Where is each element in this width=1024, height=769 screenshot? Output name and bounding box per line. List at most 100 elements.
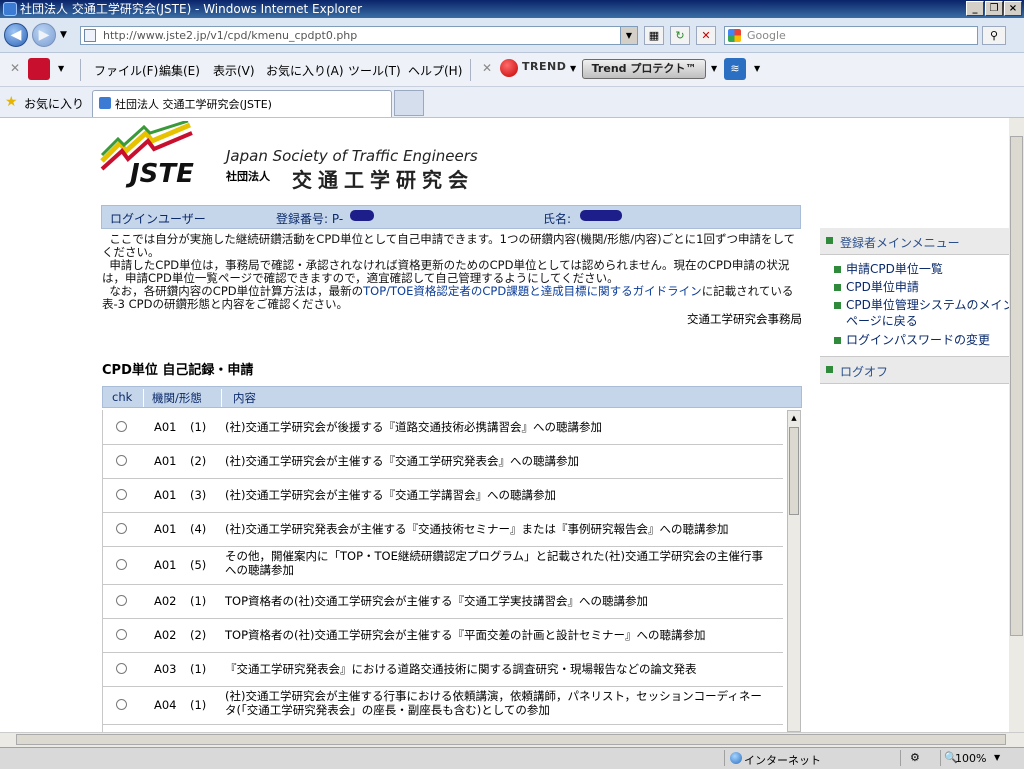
search-box[interactable]: Google [724,26,978,45]
header-org-type: 機関/形態 [152,391,202,405]
row-radio[interactable] [116,663,127,674]
wifi-dropdown-icon[interactable]: ▼ [754,64,760,73]
registration-number-label: 登録番号: P- [276,212,344,226]
new-tab-button[interactable] [394,90,424,116]
wifi-icon[interactable]: ≋ [724,58,746,80]
history-dropdown-icon[interactable]: ▼ [60,30,67,40]
security-zone: インターネット [744,754,821,767]
table-scroll-thumb[interactable] [789,427,799,515]
trend-protect-button[interactable]: Trend プロテクト™ [582,59,706,79]
favorites-star-icon[interactable]: ★ [5,94,18,110]
favorites-label[interactable]: お気に入り [24,95,84,112]
menu-view[interactable]: 表示(V) [213,62,255,79]
address-dropdown-icon[interactable]: ▼ [620,27,637,44]
row-code: A03 [154,662,177,676]
logo-english-name: Japan Society of Traffic Engineers [226,147,478,165]
row-code: A02 [154,628,177,642]
row-number: (4) [190,522,207,536]
close-button[interactable]: × [1004,1,1022,16]
search-icon[interactable]: ⚲ [982,26,1006,45]
row-radio[interactable] [116,489,127,500]
trend-ball-icon [500,59,518,77]
table-row: A01 (4) (社)交通工学研究発表会が主催する『交通技術セミナー』または『事例研… [103,512,783,547]
back-button[interactable]: ◀ [4,23,28,47]
menu-help[interactable]: ヘルプ(H) [408,62,462,79]
table-scrollbar[interactable]: ▲ [787,410,801,732]
maximize-button[interactable]: ❐ [985,1,1003,16]
compat-view-icon[interactable]: ▦ [644,26,664,45]
logo-prefix: 社団法人 [226,170,270,183]
row-code: A01 [154,522,177,536]
search-placeholder: Google [747,29,786,42]
row-radio[interactable] [116,699,127,710]
row-description: (社)交通工学研究発表会が主催する『交通技術セミナー』または『事例研究報告会』へ… [225,522,729,536]
internet-zone-icon [730,752,742,764]
table-row: A02 (1) TOP資格者の(社)交通工学研究会が主催する『交通工学実技講習会』へ… [103,584,783,619]
browser-tab[interactable]: 社団法人 交通工学研究会(JSTE) [92,90,392,117]
page-scroll-thumb[interactable] [1010,136,1023,636]
row-code: A02 [154,594,177,608]
ie-icon [3,2,17,16]
scroll-up-icon[interactable]: ▲ [788,411,800,425]
row-number: (2) [190,628,207,642]
row-radio[interactable] [116,523,127,534]
user-info-bar: ログインユーザー 登録番号: P- 氏名: [101,205,801,229]
page-hscroll-thumb[interactable] [16,734,1006,745]
row-description: (社)交通工学研究会が主催する行事における依頼講演，依頼講師，パネリスト，セッシ… [225,689,762,717]
pdf-dropdown-icon[interactable]: ▼ [58,64,64,73]
refresh-icon[interactable]: ↻ [670,26,690,45]
row-radio[interactable] [116,559,127,570]
table-row: A01 (2) (社)交通工学研究会が主催する『交通工学研究発表会』への聴講参加 [103,444,783,479]
menu-bullet-icon [834,302,841,309]
window-title: 社団法人 交通工学研究会(JSTE) - Windows Internet Ex… [20,2,363,16]
intro-paragraph-3: なお，各研鑽内容のCPD単位計算方法は，最新のTOP/TOE資格認定者のCPD課… [102,284,794,311]
row-description: (社)交通工学研究会が後援する『道路交通技術必携講習会』への聴講参加 [225,420,602,434]
office-signature: 交通工学研究会事務局 [687,312,802,326]
close-trend-toolbar-icon[interactable]: ✕ [482,61,492,75]
menu-tools[interactable]: ツール(T) [348,62,401,79]
zoom-level[interactable]: 100% [955,752,986,765]
redacted-registration-number [350,210,374,221]
minimize-button[interactable]: _ [966,1,984,16]
protected-mode-icon[interactable]: ⚙ [910,751,920,764]
intro-paragraph-2: 申請したCPD単位は，事務局で確認・承認されなければ資格更新のためのCPD単位と… [102,258,790,285]
row-description: その他，開催案内に「TOP・TOE継続研鑽認定プログラム」と記載された(社)交通… [225,549,763,577]
forward-button[interactable]: ▶ [32,23,56,47]
row-code: A01 [154,420,177,434]
google-icon [728,29,741,42]
menu-logoff[interactable]: ログオフ [820,356,1009,384]
trend-protect-dropdown-icon[interactable]: ▼ [711,64,717,73]
table-row: A04 (1) (社)交通工学研究会が主催する行事における依頼講演，依頼講師，パネリ… [103,686,783,725]
table-header: chk 機関/形態 内容 [102,386,802,408]
status-bar: インターネット ⚙ 🔍 100% ▼ [0,747,1024,769]
close-toolbar-icon[interactable]: ✕ [10,61,20,75]
intro-paragraph-1: ここでは自分が実施した継続研鑽活動をCPD単位として自己申請できます。1つの研鑽… [102,232,796,259]
header-content: 内容 [233,391,256,405]
stop-icon[interactable]: ✕ [696,26,716,45]
menu-file[interactable]: ファイル(F) [94,62,158,79]
pdf-icon[interactable] [28,58,50,80]
row-radio[interactable] [116,421,127,432]
row-number: (2) [190,454,207,468]
section-title: CPD単位 自己記録・申請 [102,363,254,378]
row-radio[interactable] [116,455,127,466]
row-radio[interactable] [116,629,127,640]
window-titlebar: 社団法人 交通工学研究会(JSTE) - Windows Internet Ex… [0,0,1024,18]
page-horizontal-scrollbar[interactable] [0,732,1024,747]
row-radio[interactable] [116,595,127,606]
menu-edit[interactable]: 編集(E) [159,62,200,79]
guideline-link[interactable]: TOP/TOE資格認定者のCPD課題と達成目標に関するガイドライン [363,284,702,298]
row-number: (1) [190,662,207,676]
row-description: TOP資格者の(社)交通工学研究会が主催する『交通工学実技講習会』への聴講参加 [225,594,648,608]
trend-dropdown-icon[interactable]: ▼ [570,64,576,73]
table-row: A01 (1) (社)交通工学研究会が後援する『道路交通技術必携講習会』への聴講参加 [103,410,783,445]
intro-text: ここでは自分が実施した継続研鑽活動をCPD単位として自己申請できます。1つの研鑽… [102,233,802,311]
redacted-user-name [580,210,622,221]
menu-favorites[interactable]: お気に入り(A) [266,62,344,79]
page-vertical-scrollbar[interactable] [1009,118,1024,732]
zoom-dropdown-icon[interactable]: ▼ [994,753,1000,762]
cpd-table-body: A01 (1) (社)交通工学研究会が後援する『道路交通技術必携講習会』への聴講参加… [102,410,783,732]
row-code: A04 [154,698,177,712]
page-icon [84,29,96,42]
address-bar[interactable]: http://www.jste2.jp/v1/cpd/kmenu_cpdpt0.… [80,26,638,45]
